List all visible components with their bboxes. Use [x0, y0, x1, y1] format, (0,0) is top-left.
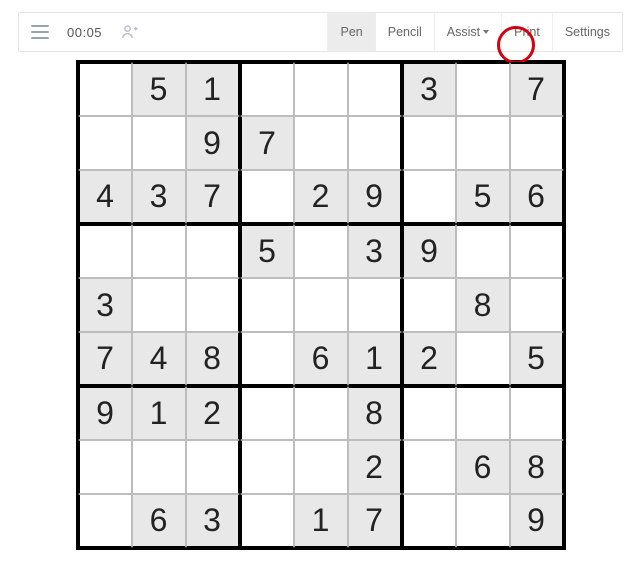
cell-r3-c6[interactable]: 9 — [348, 170, 402, 224]
cell-r8-c7[interactable] — [402, 440, 456, 494]
cell-r7-c6[interactable]: 8 — [348, 386, 402, 440]
cell-r8-c6[interactable]: 2 — [348, 440, 402, 494]
cell-r7-c4[interactable] — [240, 386, 294, 440]
timer: 00:05 — [67, 25, 102, 40]
cell-r2-c7[interactable] — [402, 116, 456, 170]
cell-r8-c1[interactable] — [78, 440, 132, 494]
cell-r7-c3[interactable]: 2 — [186, 386, 240, 440]
toolbar-left: 00:05 — [19, 22, 327, 42]
assist-button[interactable]: Assist — [434, 13, 501, 51]
print-button[interactable]: Print — [501, 13, 552, 51]
cell-r1-c6[interactable] — [348, 62, 402, 116]
cell-r3-c9[interactable]: 6 — [510, 170, 564, 224]
toolbar-right: Pen Pencil Assist Print Settings — [327, 13, 622, 51]
cell-r2-c9[interactable] — [510, 116, 564, 170]
cell-r5-c6[interactable] — [348, 278, 402, 332]
cell-r6-c3[interactable]: 8 — [186, 332, 240, 386]
cell-r7-c1[interactable]: 9 — [78, 386, 132, 440]
cell-r4-c3[interactable] — [186, 224, 240, 278]
cell-r6-c7[interactable]: 2 — [402, 332, 456, 386]
cell-r2-c8[interactable] — [456, 116, 510, 170]
cell-r9-c2[interactable]: 6 — [132, 494, 186, 548]
cell-r5-c9[interactable] — [510, 278, 564, 332]
cell-r1-c8[interactable] — [456, 62, 510, 116]
cell-r6-c6[interactable]: 1 — [348, 332, 402, 386]
cell-r5-c1[interactable]: 3 — [78, 278, 132, 332]
board-container: 5137974372956539387486125912826863179 — [0, 60, 641, 550]
cell-r4-c5[interactable] — [294, 224, 348, 278]
cell-r2-c4[interactable]: 7 — [240, 116, 294, 170]
cell-r9-c3[interactable]: 3 — [186, 494, 240, 548]
cell-r1-c5[interactable] — [294, 62, 348, 116]
cell-r5-c7[interactable] — [402, 278, 456, 332]
cell-r5-c4[interactable] — [240, 278, 294, 332]
cell-r4-c8[interactable] — [456, 224, 510, 278]
cell-r6-c5[interactable]: 6 — [294, 332, 348, 386]
cell-r6-c1[interactable]: 7 — [78, 332, 132, 386]
cell-r4-c7[interactable]: 9 — [402, 224, 456, 278]
cell-r2-c1[interactable] — [78, 116, 132, 170]
cell-r4-c4[interactable]: 5 — [240, 224, 294, 278]
cell-r3-c5[interactable]: 2 — [294, 170, 348, 224]
cell-r8-c5[interactable] — [294, 440, 348, 494]
cell-r7-c2[interactable]: 1 — [132, 386, 186, 440]
cell-r8-c2[interactable] — [132, 440, 186, 494]
cell-r4-c1[interactable] — [78, 224, 132, 278]
chevron-down-icon — [483, 30, 489, 34]
add-user-icon[interactable] — [120, 22, 140, 42]
sudoku-board: 5137974372956539387486125912826863179 — [76, 60, 566, 550]
cell-r2-c3[interactable]: 9 — [186, 116, 240, 170]
pencil-button[interactable]: Pencil — [375, 13, 434, 51]
cell-r8-c8[interactable]: 6 — [456, 440, 510, 494]
cell-r1-c9[interactable]: 7 — [510, 62, 564, 116]
cell-r9-c1[interactable] — [78, 494, 132, 548]
cell-r1-c4[interactable] — [240, 62, 294, 116]
cell-r9-c6[interactable]: 7 — [348, 494, 402, 548]
pen-button[interactable]: Pen — [327, 13, 374, 51]
cell-r3-c7[interactable] — [402, 170, 456, 224]
cell-r5-c8[interactable]: 8 — [456, 278, 510, 332]
cell-r7-c8[interactable] — [456, 386, 510, 440]
cell-r9-c9[interactable]: 9 — [510, 494, 564, 548]
cell-r7-c9[interactable] — [510, 386, 564, 440]
cell-r6-c2[interactable]: 4 — [132, 332, 186, 386]
cell-r9-c7[interactable] — [402, 494, 456, 548]
cell-r3-c8[interactable]: 5 — [456, 170, 510, 224]
cell-r8-c4[interactable] — [240, 440, 294, 494]
cell-r1-c2[interactable]: 5 — [132, 62, 186, 116]
cell-r8-c9[interactable]: 8 — [510, 440, 564, 494]
cell-r3-c4[interactable] — [240, 170, 294, 224]
cell-r5-c2[interactable] — [132, 278, 186, 332]
cell-r9-c5[interactable]: 1 — [294, 494, 348, 548]
cell-r6-c9[interactable]: 5 — [510, 332, 564, 386]
cell-r7-c7[interactable] — [402, 386, 456, 440]
cell-r5-c5[interactable] — [294, 278, 348, 332]
cell-r2-c2[interactable] — [132, 116, 186, 170]
cell-r9-c8[interactable] — [456, 494, 510, 548]
cell-r1-c1[interactable] — [78, 62, 132, 116]
cell-r1-c7[interactable]: 3 — [402, 62, 456, 116]
cell-r5-c3[interactable] — [186, 278, 240, 332]
toolbar: 00:05 Pen Pencil Assist Print Settings — [18, 12, 623, 52]
assist-label: Assist — [447, 25, 480, 39]
menu-icon[interactable] — [31, 25, 49, 39]
cell-r4-c2[interactable] — [132, 224, 186, 278]
cell-r6-c8[interactable] — [456, 332, 510, 386]
cell-r8-c3[interactable] — [186, 440, 240, 494]
cell-r6-c4[interactable] — [240, 332, 294, 386]
settings-button[interactable]: Settings — [552, 13, 622, 51]
cell-r3-c2[interactable]: 3 — [132, 170, 186, 224]
cell-r4-c6[interactable]: 3 — [348, 224, 402, 278]
cell-r4-c9[interactable] — [510, 224, 564, 278]
cell-r3-c1[interactable]: 4 — [78, 170, 132, 224]
cell-r7-c5[interactable] — [294, 386, 348, 440]
cell-r9-c4[interactable] — [240, 494, 294, 548]
cell-r3-c3[interactable]: 7 — [186, 170, 240, 224]
cell-r2-c5[interactable] — [294, 116, 348, 170]
cell-r2-c6[interactable] — [348, 116, 402, 170]
cell-r1-c3[interactable]: 1 — [186, 62, 240, 116]
